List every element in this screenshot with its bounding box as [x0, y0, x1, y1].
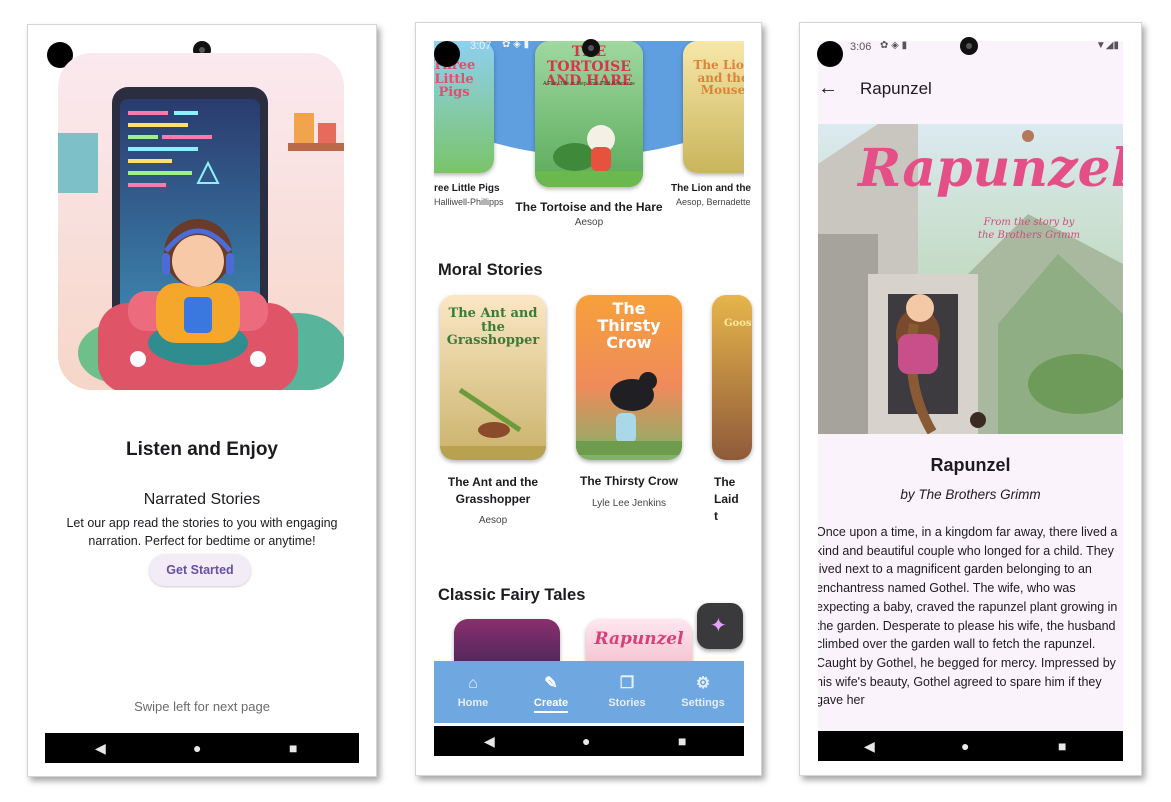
cover-title: Rapunzel [594, 629, 684, 649]
moral-title-2: The Thirsty Crow [579, 474, 678, 488]
tab-label: Stories [608, 697, 646, 709]
featured-title-center: The Tortoise and the Hare [515, 200, 663, 214]
status-time: 3:07 [470, 40, 492, 52]
status-time: 3:06 [850, 41, 872, 53]
hero-subtitle: From the story by the Brothers Grimm [977, 217, 1081, 241]
tab-label: Home [457, 697, 489, 709]
cover-subtitle: A Fairy Tale or Step-Your-Paid-Reference [543, 81, 635, 87]
tab-home[interactable]: ⌂ Home [438, 675, 508, 709]
tab-label: Settings [681, 697, 725, 709]
reader-surface: 3:06 ✿ ◈ ▮ ▼◢▮ ← Rapunzel Rapunzel From … [818, 41, 1123, 731]
phone-screen-library: Three Little Pigs THE TORTOISE AND HARE … [415, 22, 762, 776]
featured-title-right: The Lion and the [671, 183, 751, 194]
camera-cutout [434, 41, 460, 67]
story-body: Once upon a time, in a kingdom far away,… [818, 525, 1118, 708]
tab-settings[interactable]: ⚙ Settings [668, 675, 738, 709]
recents-icon[interactable]: ■ [289, 741, 297, 755]
onboarding-illustration [58, 53, 344, 390]
signal-icons: ▼◢▮ [1095, 41, 1119, 51]
onboarding-description: Let our app read the stories to you with… [66, 516, 338, 548]
featured-author-left: Halliwell-Phillipps [434, 197, 504, 207]
magic-fab[interactable]: ✦ [697, 603, 743, 649]
book-cover-lion-mouse[interactable]: The Lion and the Mouse [683, 41, 744, 173]
onboarding-heading: Listen and Enjoy [125, 439, 279, 460]
phone-screen-story-reader: 3:06 ✿ ◈ ▮ ▼◢▮ ← Rapunzel Rapunzel From … [799, 22, 1142, 776]
book-cover-ant-grasshopper[interactable]: The Ant and the Grasshopper [440, 295, 546, 460]
system-navigation-bar: ◀ ● ■ [45, 733, 359, 763]
featured-author-right: Aesop, Bernadette [676, 197, 751, 207]
camera-cutout [817, 41, 843, 67]
back-icon[interactable]: ◀ [484, 734, 495, 748]
sparkle-icon: ✦ [710, 615, 727, 637]
library-icon: ❐ [619, 675, 635, 692]
recents-icon[interactable]: ■ [1058, 739, 1066, 753]
front-camera [582, 39, 600, 57]
app-bar-title: Rapunzel [860, 79, 932, 98]
featured-title-left: ree Little Pigs [434, 183, 500, 194]
onboarding-subheading: Narrated Stories [143, 491, 261, 508]
home-icon: ⌂ [468, 675, 478, 692]
moral-title-3: The Laid t [714, 475, 739, 523]
front-camera [960, 37, 978, 55]
back-icon[interactable]: ◀ [95, 741, 106, 755]
story-title: Rapunzel [930, 455, 1011, 475]
moral-author-1: Aesop [478, 515, 508, 526]
book-cover-goose[interactable]: Goose [712, 295, 752, 460]
story-hero-image: Rapunzel From the story by the Brothers … [818, 124, 1123, 434]
swipe-hint: Swipe left for next page [134, 699, 270, 714]
status-icons: ✿ ◈ ▮ [502, 39, 530, 50]
back-icon[interactable]: ◀ [864, 739, 875, 753]
cover-title: The Thirsty Crow [597, 299, 661, 352]
gear-icon: ⚙ [695, 675, 711, 692]
home-nav-icon[interactable]: ● [582, 734, 590, 748]
recents-icon[interactable]: ■ [678, 734, 686, 748]
moral-title-1: The Ant and the Grasshopper [447, 475, 539, 506]
home-nav-icon[interactable]: ● [193, 741, 201, 755]
back-arrow-icon[interactable]: ← [818, 77, 838, 100]
hero-title: Rapunzel [858, 138, 1123, 199]
bottom-tab-bar: ⌂ Home ✎ Create ❐ Stories ⚙ Settings [434, 661, 744, 723]
book-cover-tortoise-hare[interactable]: THE TORTOISE AND HARE A Fairy Tale or St… [535, 41, 643, 187]
story-author: by The Brothers Grimm [900, 487, 1041, 502]
home-nav-icon[interactable]: ● [961, 739, 969, 753]
featured-author-center: Aesop [574, 217, 604, 228]
cover-title: The Lion and the Mouse [693, 58, 744, 98]
book-cover-thirsty-crow[interactable]: The Thirsty Crow [576, 295, 682, 460]
tab-label: Create [533, 697, 569, 713]
phone-screen-onboarding: Listen and Enjoy Narrated Stories Let ou… [27, 24, 377, 777]
section-heading-fairy: Classic Fairy Tales [438, 586, 586, 604]
pencil-icon: ✎ [544, 675, 558, 692]
tab-stories[interactable]: ❐ Stories [592, 675, 662, 709]
status-icons: ✿ ◈ ▮ [880, 41, 908, 51]
section-heading-moral: Moral Stories [438, 261, 543, 279]
cover-title: Goose [724, 318, 752, 329]
moral-author-2: Lyle Lee Jenkins [591, 498, 667, 509]
system-navigation-bar: ◀ ● ■ [434, 726, 744, 756]
system-navigation-bar: ◀ ● ■ [818, 731, 1123, 761]
cover-title: The Ant and the Grasshopper [446, 306, 540, 349]
get-started-button[interactable]: Get Started [149, 554, 251, 586]
tab-create[interactable]: ✎ Create [516, 675, 586, 713]
